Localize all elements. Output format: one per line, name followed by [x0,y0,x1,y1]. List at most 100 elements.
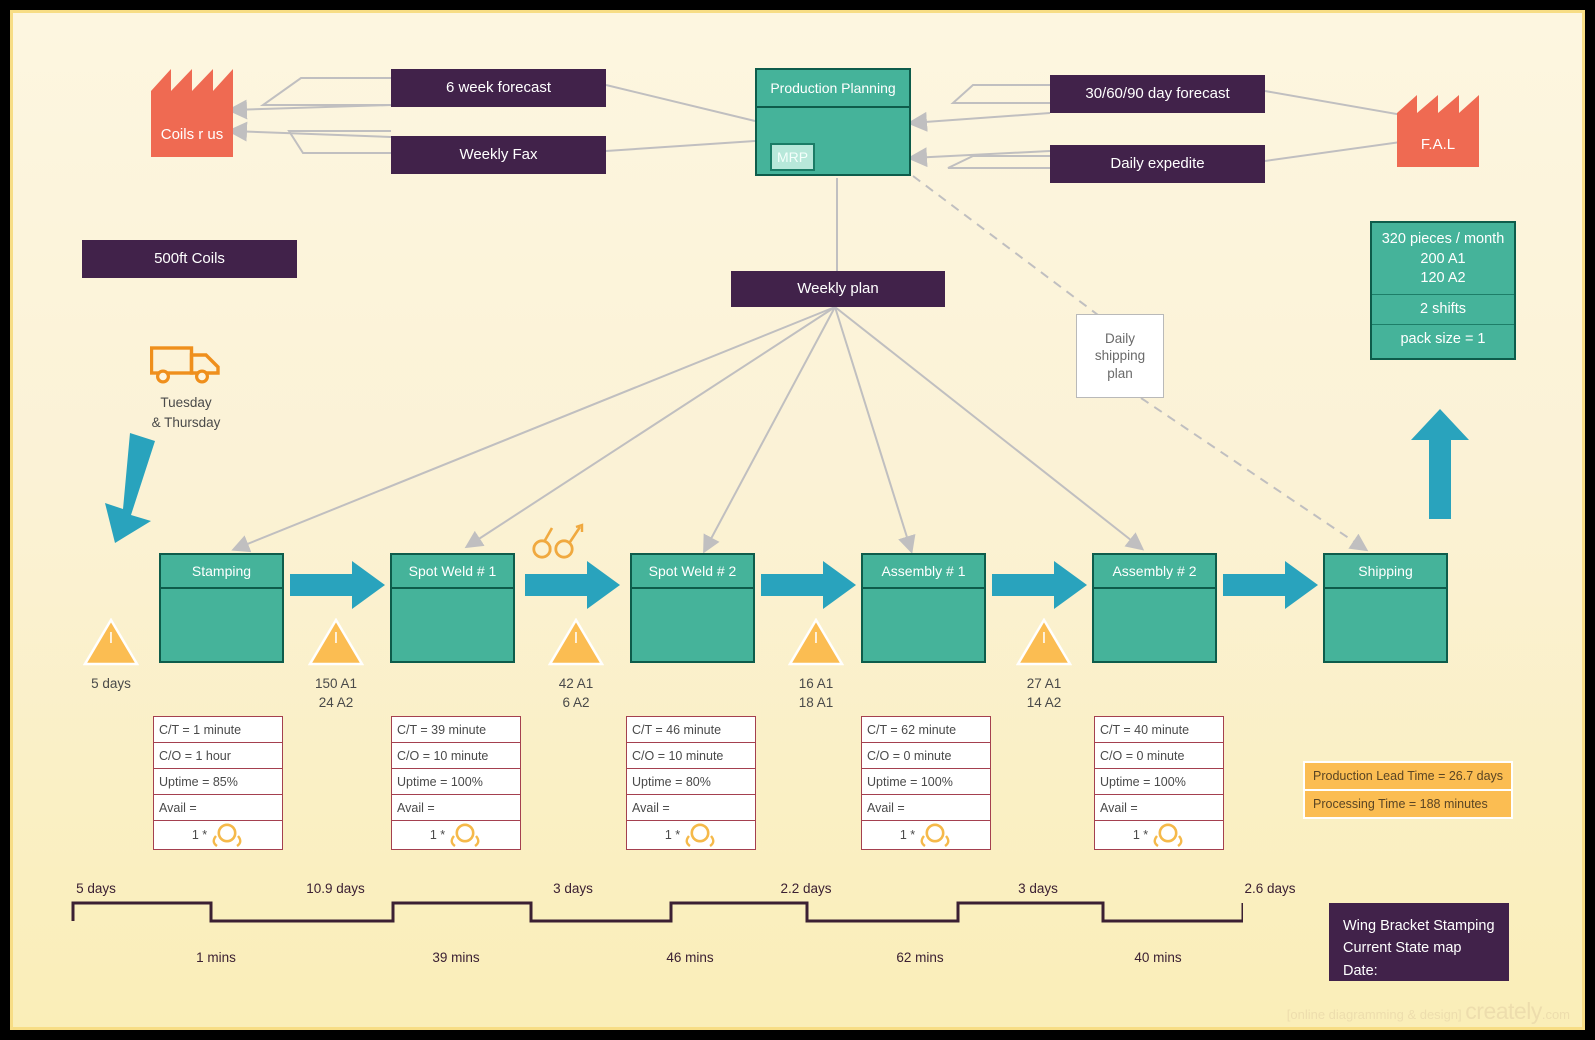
data-cycle-time: C/T = 46 minute [626,716,756,742]
process-body [1325,589,1446,661]
data-cycle-time: C/T = 62 minute [861,716,991,742]
inventory-label-1: 150 A1 24 A2 [281,675,391,713]
push-arrow-3 [761,561,856,609]
data-uptime: Uptime = 80% [626,768,756,794]
inventory-1[interactable]: I [307,617,365,666]
weekly-plan-label: Weekly plan [797,279,879,297]
info-box-label: 30/60/90 day forecast [1085,84,1230,102]
lead-time-label-3: 2.2 days [780,881,832,896]
inventory-qty-line1: 27 A1 [1026,676,1062,691]
operator-count: 1 * [664,828,681,842]
inventory-label-2: 42 A1 6 A2 [521,675,631,713]
process-box-stamping[interactable]: Stamping [159,553,284,663]
data-uptime: Uptime = 85% [153,768,283,794]
data-changeover: C/O = 10 minute [626,742,756,768]
inventory-qty-line2: 6 A2 [562,694,590,710]
process-box-assembly-2[interactable]: Assembly # 2 [1092,553,1217,663]
data-box-assembly-2: C/T = 40 minute C/O = 0 minute Uptime = … [1094,716,1224,850]
info-box-forecast-30-60-90[interactable]: 30/60/90 day forecast [1050,75,1265,113]
shipment-day-1: Tuesday [160,395,212,410]
data-availability: Avail = [626,794,756,820]
summary-lead-time: Production Lead Time = 26.7 days [1303,761,1514,789]
process-box-assembly-1[interactable]: Assembly # 1 [861,553,986,663]
watermark-tagline: [online diagramming & design] [1286,1007,1462,1022]
inventory-0[interactable]: I [82,617,140,666]
data-operators: 1 * [626,820,756,850]
requirements-pack-size-cell: pack size = 1 [1400,331,1486,348]
process-name: Stamping [161,555,282,589]
daily-shipping-plan-box[interactable]: Daily shipping plan [1076,314,1164,398]
lead-time-label-1: 10.9 days [306,881,365,896]
push-arrow-4 [992,561,1087,609]
data-box-stamping: C/T = 1 minute C/O = 1 hour Uptime = 85%… [153,716,283,850]
requirements-volume-a1: 200 A1 [1420,250,1466,267]
operator-count: 1 * [1132,828,1149,842]
requirements-volume-cell: 320 pieces / month 200 A1 120 A2 [1372,223,1514,295]
data-operators: 1 * [861,820,991,850]
info-box-weekly-fax[interactable]: Weekly Fax [391,136,606,174]
glasses-icon [532,523,584,559]
supplier-factory: Coils r us [151,69,233,157]
data-availability: Avail = [153,794,283,820]
process-box-spot-weld-2[interactable]: Spot Weld # 2 [630,553,755,663]
data-availability: Avail = [391,794,521,820]
weekly-plan-box[interactable]: Weekly plan [731,271,945,307]
info-box-six-week-forecast[interactable]: 6 week forecast [391,69,606,107]
data-changeover: C/O = 0 minute [1094,742,1224,768]
info-box-label: Weekly Fax [459,145,538,163]
inventory-symbol: I [333,630,339,647]
customer-label: F.A.L [1420,136,1456,153]
title-line-3: Date: [1343,962,1378,979]
lead-time-label-5: 2.6 days [1244,881,1296,896]
inventory-qty-line2: 14 A2 [1026,694,1062,710]
process-box-shipping[interactable]: Shipping [1323,553,1448,663]
info-box-label: 6 week forecast [445,78,552,96]
summary-boxes: Production Lead Time = 26.7 days Process… [1303,761,1514,819]
lead-time-label-2: 3 days [553,881,593,896]
lead-time-label-4: 3 days [1018,881,1058,896]
process-time-label-2: 46 mins [666,950,714,965]
inventory-symbol: I [1041,630,1047,647]
operator-icon [920,823,950,847]
process-time-label-3: 62 mins [896,950,944,965]
inventory-symbol: I [813,630,819,647]
process-box-spot-weld-1[interactable]: Spot Weld # 1 [390,553,515,663]
process-body [632,589,753,661]
inventory-4[interactable]: I [1015,617,1073,666]
data-uptime: Uptime = 100% [391,768,521,794]
requirements-shifts-cell: 2 shifts [1372,295,1514,326]
diagram-canvas: Coils r us F.A.L 6 week forecast Weekly … [10,10,1585,1030]
data-changeover: C/O = 10 minute [391,742,521,768]
title-line-1: Wing Bracket Stamping [1343,918,1495,934]
data-uptime: Uptime = 100% [861,768,991,794]
operator-icon [450,823,480,847]
data-operators: 1 * [153,820,283,850]
operator-icon [1153,823,1183,847]
customer-factory: F.A.L [1397,95,1479,167]
operator-icon [685,823,715,847]
data-cycle-time: C/T = 40 minute [1094,716,1224,742]
mrp-subsystem-box[interactable]: MRP [770,143,815,171]
requirements-volume-total: 320 pieces / month [1381,231,1505,247]
process-body [863,589,984,661]
watermark-brand: creately [1465,998,1542,1024]
push-arrow-5 [1223,561,1318,609]
operator-count: 1 * [899,828,916,842]
data-box-assembly-1: C/T = 62 minute C/O = 0 minute Uptime = … [861,716,991,850]
process-name: Spot Weld # 1 [392,555,513,589]
process-name: Spot Weld # 2 [632,555,753,589]
inventory-qty-line1: 16 A1 [798,676,834,691]
inventory-2[interactable]: I [547,617,605,666]
process-name: Shipping [1325,555,1446,589]
truck-icon [150,346,220,384]
title-block: Wing Bracket Stamping Current State map … [1329,903,1509,981]
material-note-box[interactable]: 500ft Coils [82,240,297,278]
process-name: Assembly # 1 [863,555,984,589]
production-control-header: Production Planning [757,70,909,108]
inventory-label-3: 16 A1 18 A1 [761,675,871,713]
summary-processing-time: Processing Time = 188 minutes [1303,789,1514,819]
inventory-symbol: I [573,630,579,647]
inventory-3[interactable]: I [787,617,845,666]
info-box-daily-expedite[interactable]: Daily expedite [1050,145,1265,183]
data-operators: 1 * [391,820,521,850]
